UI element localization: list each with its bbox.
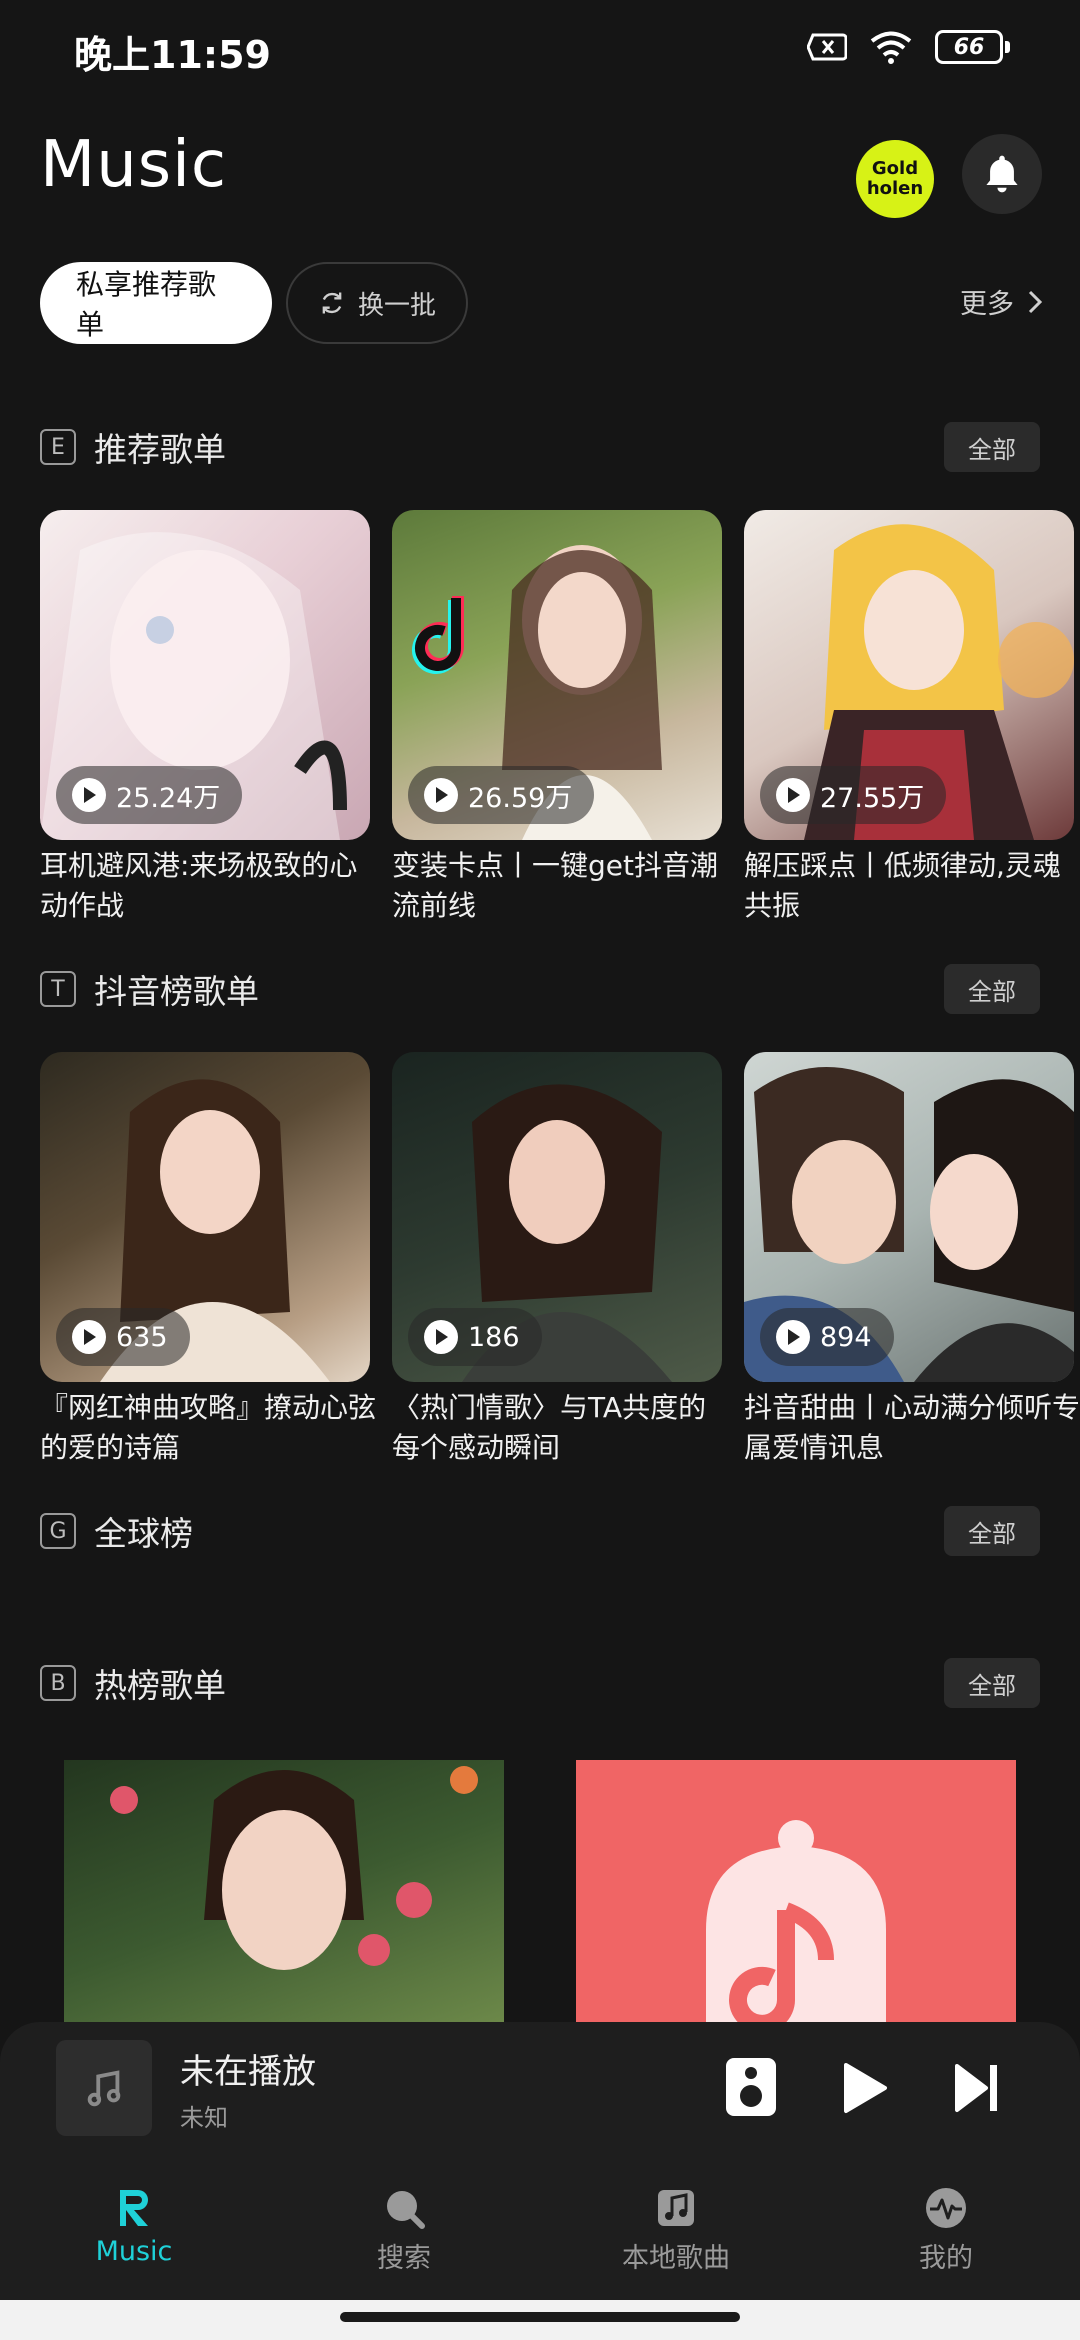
page-title: Music <box>40 128 228 202</box>
nav-item-mine[interactable]: 我的 <box>846 2186 1046 2275</box>
wifi-icon <box>870 31 912 64</box>
hot-playlist-cover[interactable] <box>576 1760 1016 2030</box>
play-icon <box>776 778 810 812</box>
playlist-title: 『网红神曲攻略』撩动心弦的爱的诗篇 <box>40 1391 377 1464</box>
battery-level: 66 <box>935 30 1003 64</box>
playlist-cover: 186 <box>392 1052 722 1382</box>
play-count: 26.59万 <box>468 782 573 814</box>
music-bell-icon <box>706 1820 886 2030</box>
playlist-title: 〈热门情歌〉与TA共度的每个感动瞬间 <box>392 1391 707 1464</box>
playlist-cover: 26.59万 <box>392 510 722 840</box>
nav-label: 本地歌曲 <box>622 2243 730 2274</box>
playlist-card[interactable]: 635 『网红神曲攻略』撩动心弦的爱的诗篇 <box>40 1052 376 1468</box>
signal-off-icon <box>807 33 847 61</box>
private-recommend-chip[interactable]: 私享推荐歌单 <box>40 262 272 344</box>
play-count-pill[interactable]: 25.24万 <box>56 766 243 824</box>
refresh-label: 换一批 <box>357 290 436 321</box>
play-icon <box>776 1320 810 1354</box>
playlist-card[interactable]: 894 抖音甜曲丨心动满分倾听专属爱情讯息 <box>744 1052 1080 1468</box>
playlist-title: 耳机避风港:来场极致的心动作战 <box>40 849 358 922</box>
portrait-art <box>110 1766 478 1970</box>
play-count-pill[interactable]: 635 <box>56 1308 190 1366</box>
next-button[interactable] <box>954 2062 1000 2118</box>
playlist-card[interactable]: 26.59万 变装卡点丨一键get抖音潮流前线 <box>392 510 722 926</box>
player-title: 未在播放 <box>180 2052 316 2092</box>
section-header-global: G 全球榜 <box>40 1506 193 1556</box>
play-icon <box>424 778 458 812</box>
nav-label: 搜索 <box>377 2243 431 2274</box>
play-count: 894 <box>820 1321 872 1353</box>
search-icon <box>387 2191 425 2229</box>
play-count: 186 <box>468 1321 520 1353</box>
playlist-card[interactable]: 186 〈热门情歌〉与TA共度的每个感动瞬间 <box>392 1052 722 1468</box>
playlist-title: 变装卡点丨一键get抖音潮流前线 <box>392 849 718 922</box>
home-indicator[interactable] <box>340 2312 740 2322</box>
nav-label: Music <box>95 2236 173 2267</box>
speaker-button[interactable] <box>726 2058 776 2116</box>
see-all-button[interactable]: 全部 <box>944 422 1040 472</box>
play-count: 635 <box>116 1321 168 1353</box>
play-count-pill[interactable]: 26.59万 <box>408 766 595 824</box>
playlist-card[interactable]: 27.55万 解压踩点丨低频律动,灵魂共振 <box>744 510 1074 926</box>
section-letter: E <box>40 429 76 465</box>
more-label: 更多 <box>960 289 1014 320</box>
battery-indicator: 66 <box>935 30 1010 64</box>
refresh-icon <box>322 292 342 314</box>
nav-item-search[interactable]: 搜索 <box>304 2186 504 2275</box>
album-art <box>56 2040 152 2136</box>
play-icon <box>844 2063 887 2113</box>
section-title: 热榜歌单 <box>94 1666 226 1705</box>
status-icons: 66 <box>807 30 1010 64</box>
bell-icon <box>986 155 1018 193</box>
section-header-recommended: E 推荐歌单 <box>40 422 226 472</box>
notifications-button[interactable] <box>962 134 1042 214</box>
playlist-cover: 635 <box>40 1052 370 1382</box>
gold-badge[interactable]: Gold holen <box>856 140 934 218</box>
section-header-douyin: T 抖音榜歌单 <box>40 964 259 1014</box>
see-all-button[interactable]: 全部 <box>944 1658 1040 1708</box>
play-count: 27.55万 <box>820 782 925 814</box>
see-all-button[interactable]: 全部 <box>944 1506 1040 1556</box>
see-all-button[interactable]: 全部 <box>944 964 1040 1014</box>
pulse-icon <box>926 2188 966 2228</box>
section-header-hot: B 热榜歌单 <box>40 1658 226 1708</box>
play-count-pill[interactable]: 27.55万 <box>760 766 947 824</box>
play-count: 25.24万 <box>116 782 221 814</box>
play-count-pill[interactable]: 186 <box>408 1308 542 1366</box>
play-count-pill[interactable]: 894 <box>760 1308 894 1366</box>
playlist-card[interactable]: 25.24万 耳机避风港:来场极致的心动作战 <box>40 510 370 926</box>
playlist-title: 解压踩点丨低频律动,灵魂共振 <box>744 849 1061 922</box>
speaker-icon <box>745 2067 757 2079</box>
r-logo-icon <box>120 2190 148 2226</box>
nav-item-local[interactable]: 本地歌曲 <box>576 2186 776 2275</box>
playlist-cover: 894 <box>744 1052 1074 1382</box>
status-time: 晚上11:59 <box>74 33 271 77</box>
more-link[interactable]: 更多 <box>960 282 1044 321</box>
playlist-title: 抖音甜曲丨心动满分倾听专属爱情讯息 <box>744 1391 1080 1464</box>
local-music-icon <box>658 2190 694 2226</box>
play-icon <box>72 778 106 812</box>
skip-next-icon <box>955 2064 997 2112</box>
section-letter: B <box>40 1665 76 1701</box>
playlist-cover: 27.55万 <box>744 510 1074 840</box>
play-button[interactable] <box>842 2062 888 2118</box>
chevron-right-icon <box>1028 290 1043 313</box>
refresh-batch-button[interactable]: 换一批 <box>286 262 468 344</box>
hot-playlist-cover[interactable] <box>64 1760 504 2030</box>
nav-item-music[interactable]: Music <box>34 2186 234 2267</box>
playlist-cover: 25.24万 <box>40 510 370 840</box>
player-artist: 未知 <box>180 2104 228 2132</box>
section-letter: T <box>40 971 76 1007</box>
play-icon <box>424 1320 458 1354</box>
section-letter: G <box>40 1513 76 1549</box>
music-note-icon <box>87 2070 121 2107</box>
play-icon <box>72 1320 106 1354</box>
nav-label: 我的 <box>919 2243 973 2274</box>
section-title: 全球榜 <box>94 1514 193 1553</box>
section-title: 推荐歌单 <box>94 430 226 469</box>
section-title: 抖音榜歌单 <box>94 972 259 1011</box>
